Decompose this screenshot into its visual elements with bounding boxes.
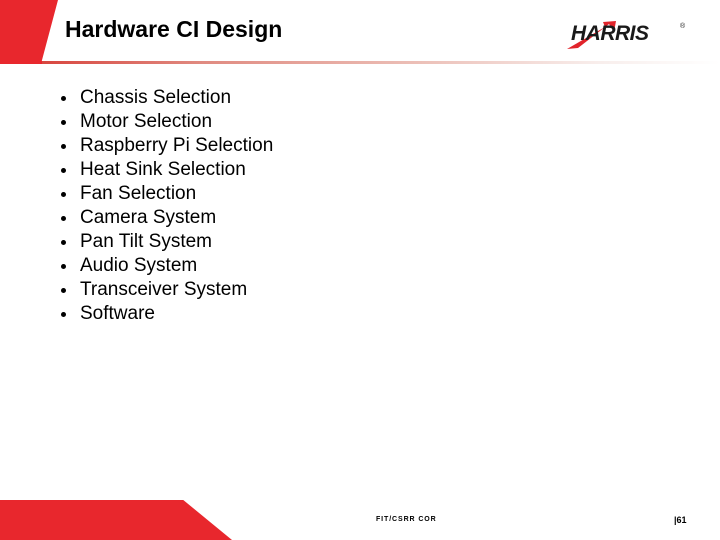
list-item: Pan Tilt System [58,230,658,254]
bullet-label: Heat Sink Selection [80,159,246,180]
header-accent-shape [0,0,58,61]
list-item: Motor Selection [58,110,658,134]
bullet-label: Chassis Selection [80,87,232,108]
bullet-label: Motor Selection [80,111,213,132]
list-item: Chassis Selection [58,86,658,110]
bullet-label: Software [80,303,155,324]
header-divider-rule-cap [0,61,42,64]
bullet-label: Fan Selection [80,183,197,204]
footer-organization-label: FIT/CSRR COR [376,516,437,523]
bullet-label: Transceiver System [80,279,248,300]
footer-accent-shape [0,500,232,540]
harris-logo-icon: HARRIS ® [567,21,686,49]
list-item: Camera System [58,206,658,230]
list-item: Audio System [58,254,658,278]
bullet-label: Audio System [80,255,198,276]
presentation-slide: Hardware CI Design HARRIS ® Chassis Sele… [0,0,720,540]
bullet-label: Raspberry Pi Selection [80,135,274,156]
harris-logo: HARRIS ® [565,18,700,50]
harris-wordmark: HARRIS [571,22,649,45]
slide-page-number: |61 [674,515,687,525]
list-item: Transceiver System [58,278,658,302]
page-title: Hardware CI Design [65,16,283,42]
bullet-label: Pan Tilt System [80,231,212,252]
harris-registered-mark: ® [680,22,686,30]
content-bullet-list: Chassis Selection Motor Selection Raspbe… [58,86,658,326]
list-item: Raspberry Pi Selection [58,134,658,158]
list-item: Heat Sink Selection [58,158,658,182]
header-divider-rule [0,61,720,64]
bullet-label: Camera System [80,207,217,228]
list-item: Fan Selection [58,182,658,206]
list-item: Software [58,302,658,326]
